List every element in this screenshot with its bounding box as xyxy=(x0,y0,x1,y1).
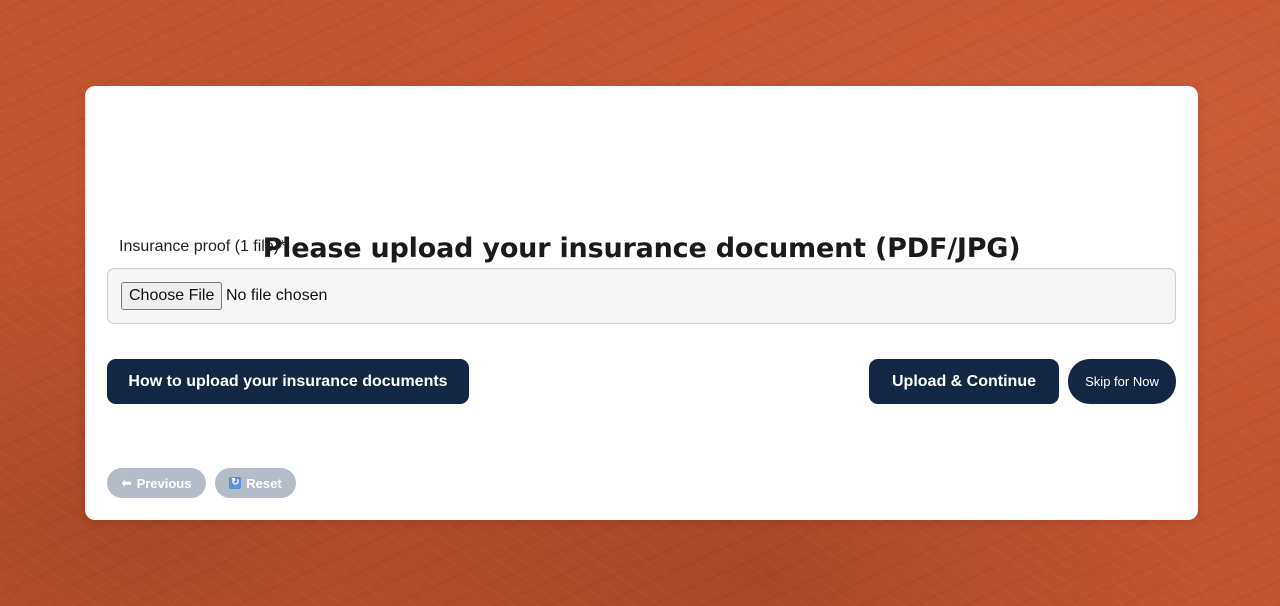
reset-label: Reset xyxy=(246,475,282,491)
upload-continue-button[interactable]: Upload & Continue xyxy=(869,359,1059,404)
skip-for-now-button[interactable]: Skip for Now xyxy=(1068,359,1176,404)
reset-button[interactable]: ↻ Reset xyxy=(215,468,296,498)
previous-button[interactable]: ⬅ Previous xyxy=(107,468,206,498)
previous-label: Previous xyxy=(136,475,192,491)
file-status-text: No file chosen xyxy=(226,287,328,304)
how-to-upload-button[interactable]: How to upload your insurance documents xyxy=(107,359,469,404)
refresh-icon: ↻ xyxy=(229,477,242,489)
upload-card: Please upload your insurance document (P… xyxy=(85,86,1198,520)
arrow-left-icon: ⬅ xyxy=(121,476,132,490)
insurance-proof-label: Insurance proof (1 file)* xyxy=(119,238,286,255)
choose-file-button[interactable]: Choose File xyxy=(121,282,223,310)
insurance-file-input[interactable]: Choose File No file chosen xyxy=(107,268,1176,324)
